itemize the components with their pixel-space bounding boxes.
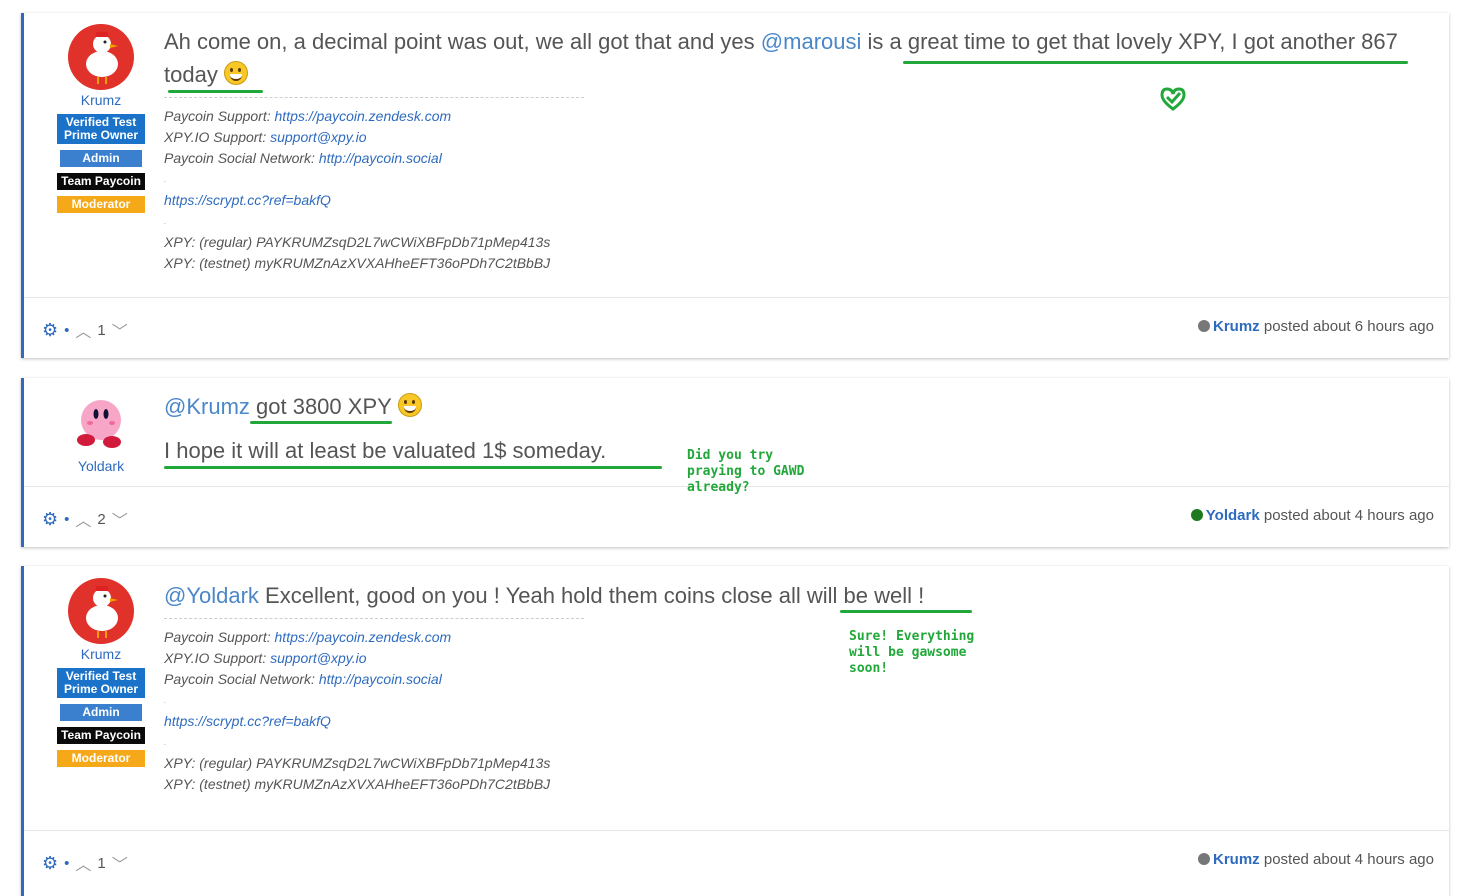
annotation-note: Sure! Everything will be gawsome soon! [849,629,975,676]
author-name[interactable]: Krumz [54,646,148,662]
ref-link[interactable]: https://scrypt.cc?ref=bakfQ [164,192,331,208]
vote-count: 1 [97,321,106,339]
vote-count: 1 [97,854,106,872]
divider-dot: . [164,217,167,226]
mention-link[interactable]: @Yoldark [164,583,259,608]
sig-label: Paycoin Social Network: [164,671,319,687]
meta-time[interactable]: posted about 4 hours ago [1260,507,1434,524]
status-dot [1198,853,1211,865]
divider-dot: . [164,738,167,747]
chevron-up-icon[interactable]: ︿ [75,507,91,531]
badge-team: Team Paycoin [57,727,145,744]
gear-icon[interactable]: ⚙ [42,509,58,530]
signature: Paycoin Support: https://paycoin.zendesk… [164,618,584,795]
heart-check-icon [1160,87,1186,111]
xpyio-link[interactable]: support@xpy.io [270,129,366,145]
post-meta: Yoldark posted about 4 hours ago [1190,507,1434,524]
smiley-emoji-icon [397,393,422,417]
post-message-line1: @Krumz got 3800 XPY [164,390,1429,423]
status-dot [1190,509,1203,521]
message-text: Excellent, good on you ! Yeah hold them … [258,583,925,608]
annotation-underline [840,610,972,613]
post-footer: ⚙ • ︿ 1 ﹀ Krumz posted about 6 hours ago [24,297,1449,358]
chevron-down-icon[interactable]: ﹀ [112,507,128,531]
author-panel: Krumz Verified Test Prime Owner Admin Te… [54,578,148,767]
badge-team: Team Paycoin [57,173,145,190]
sig-label: XPY.IO Support: [164,129,271,145]
dot-separator: • [64,510,70,528]
post-3: Krumz Verified Test Prime Owner Admin Te… [21,566,1449,896]
xpy-testnet: XPY: (testnet) myKRUMZnAzXVXAHheEFT36oPD… [164,255,551,271]
chevron-down-icon[interactable]: ﹀ [112,851,128,875]
meta-username[interactable]: Krumz [1213,851,1260,868]
divider-dot: . [164,696,167,705]
social-link[interactable]: http://paycoin.social [319,671,442,687]
author-name[interactable]: Krumz [54,92,148,108]
post-meta: Krumz posted about 4 hours ago [1198,851,1434,868]
post-1: Krumz Verified Test Prime Owner Admin Te… [21,13,1449,358]
meta-time[interactable]: posted about 4 hours ago [1260,851,1434,868]
badge-moderator: Moderator [57,196,145,213]
sig-label: Paycoin Social Network: [164,150,319,166]
social-link[interactable]: http://paycoin.social [319,150,442,166]
annotation-underline [903,61,1408,64]
message-text: got 3800 XPY [249,394,392,419]
signature: Paycoin Support: https://paycoin.zendesk… [164,97,584,274]
mention-link[interactable]: @marousi [761,29,862,54]
xpyio-link[interactable]: support@xpy.io [270,650,366,666]
gear-icon[interactable]: ⚙ [42,853,58,874]
xpy-regular: XPY: (regular) PAYKRUMZsqD2L7wCWiXBFpDb7… [164,234,551,250]
mention-link[interactable]: @Krumz [164,394,250,419]
meta-username[interactable]: Krumz [1213,318,1260,335]
vote-controls: ⚙ • ︿ 1 ﹀ [42,851,128,875]
annotation-underline [168,90,263,93]
meta-time[interactable]: posted about 6 hours ago [1260,318,1434,335]
dot-separator: • [64,321,70,339]
vote-controls: ⚙ • ︿ 2 ﹀ [42,507,128,531]
badge-admin: Admin [60,704,142,721]
sig-label: Paycoin Support: [164,108,275,124]
avatar[interactable] [68,390,134,456]
xpy-testnet: XPY: (testnet) myKRUMZnAzXVXAHheEFT36oPD… [164,776,551,792]
author-name[interactable]: Yoldark [54,458,148,474]
support-link[interactable]: https://paycoin.zendesk.com [275,629,452,645]
badge-moderator: Moderator [57,750,145,767]
post-content: @Yoldark Excellent, good on you ! Yeah h… [164,579,1429,795]
chevron-up-icon[interactable]: ︿ [75,318,91,342]
sig-label: Paycoin Support: [164,629,275,645]
badge-verified: Verified Test Prime Owner [57,668,145,698]
avatar[interactable] [68,578,134,644]
author-panel: Krumz Verified Test Prime Owner Admin Te… [54,24,148,213]
post-meta: Krumz posted about 6 hours ago [1198,318,1434,335]
chevron-down-icon[interactable]: ﹀ [112,318,128,342]
post-message: Ah come on, a decimal point was out, we … [164,25,1429,91]
status-dot [1198,320,1211,332]
vote-controls: ⚙ • ︿ 1 ﹀ [42,318,128,342]
gear-icon[interactable]: ⚙ [42,320,58,341]
divider-dot: . [164,175,167,184]
ref-link[interactable]: https://scrypt.cc?ref=bakfQ [164,713,331,729]
smiley-emoji-icon [223,61,248,85]
annotation-underline [250,421,392,424]
avatar[interactable] [68,24,134,90]
vote-count: 2 [97,510,106,528]
badge-admin: Admin [60,150,142,167]
badge-verified: Verified Test Prime Owner [57,114,145,144]
post-message: @Yoldark Excellent, good on you ! Yeah h… [164,579,1429,612]
chevron-up-icon[interactable]: ︿ [75,851,91,875]
dot-separator: • [64,854,70,872]
post-footer: ⚙ • ︿ 1 ﹀ Krumz posted about 4 hours ago [24,830,1449,891]
annotation-note: Did you try praying to GAWD already? [687,448,805,495]
support-link[interactable]: https://paycoin.zendesk.com [275,108,452,124]
xpy-regular: XPY: (regular) PAYKRUMZsqD2L7wCWiXBFpDb7… [164,755,551,771]
author-panel: Yoldark [54,390,148,474]
meta-username[interactable]: Yoldark [1206,507,1260,524]
annotation-underline [164,466,662,469]
message-text: Ah come on, a decimal point was out, we … [164,29,761,54]
sig-label: XPY.IO Support: [164,650,271,666]
